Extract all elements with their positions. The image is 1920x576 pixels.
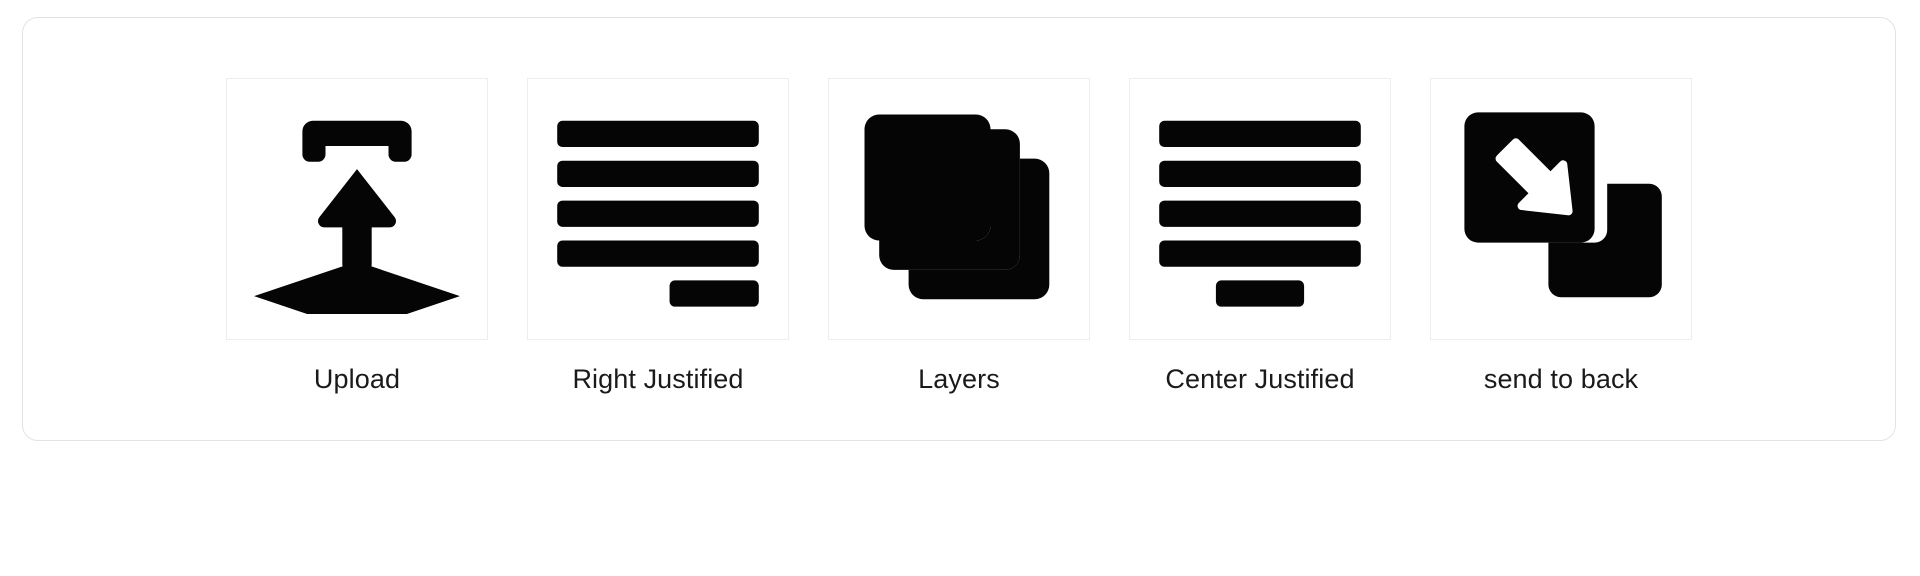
icon-frame-upload[interactable] [226, 78, 488, 340]
icon-cell-layers[interactable]: Layers [828, 78, 1090, 393]
icon-cell-right-justified[interactable]: Right Justified [527, 78, 789, 393]
center-justified-icon [1159, 120, 1361, 307]
icon-label-upload: Upload [313, 364, 401, 394]
icon-cell-center-justified[interactable]: Center Justified [1129, 78, 1391, 393]
right-justified-icon [557, 120, 759, 307]
icon-grid: Upload Right Justified Layers Center Jus… [23, 18, 1895, 440]
icon-cell-upload[interactable]: Upload [226, 78, 488, 393]
icon-frame-right-justified[interactable] [527, 78, 789, 340]
icon-cell-send-to-back[interactable]: send to back [1430, 78, 1692, 393]
icon-frame-send-to-back[interactable] [1430, 78, 1692, 340]
icon-label-layers: Layers [918, 364, 1000, 394]
icon-label-send-to-back: send to back [1483, 364, 1639, 394]
icon-label-right-justified: Right Justified [572, 364, 744, 394]
icon-board: Upload Right Justified Layers Center Jus… [22, 17, 1896, 441]
send-to-back-icon [1464, 112, 1662, 298]
icon-frame-layers[interactable] [828, 78, 1090, 340]
layers-icon [864, 114, 1050, 300]
icon-frame-center-justified[interactable] [1129, 78, 1391, 340]
icon-label-center-justified: Center Justified [1165, 364, 1355, 394]
upload-icon [254, 120, 460, 314]
